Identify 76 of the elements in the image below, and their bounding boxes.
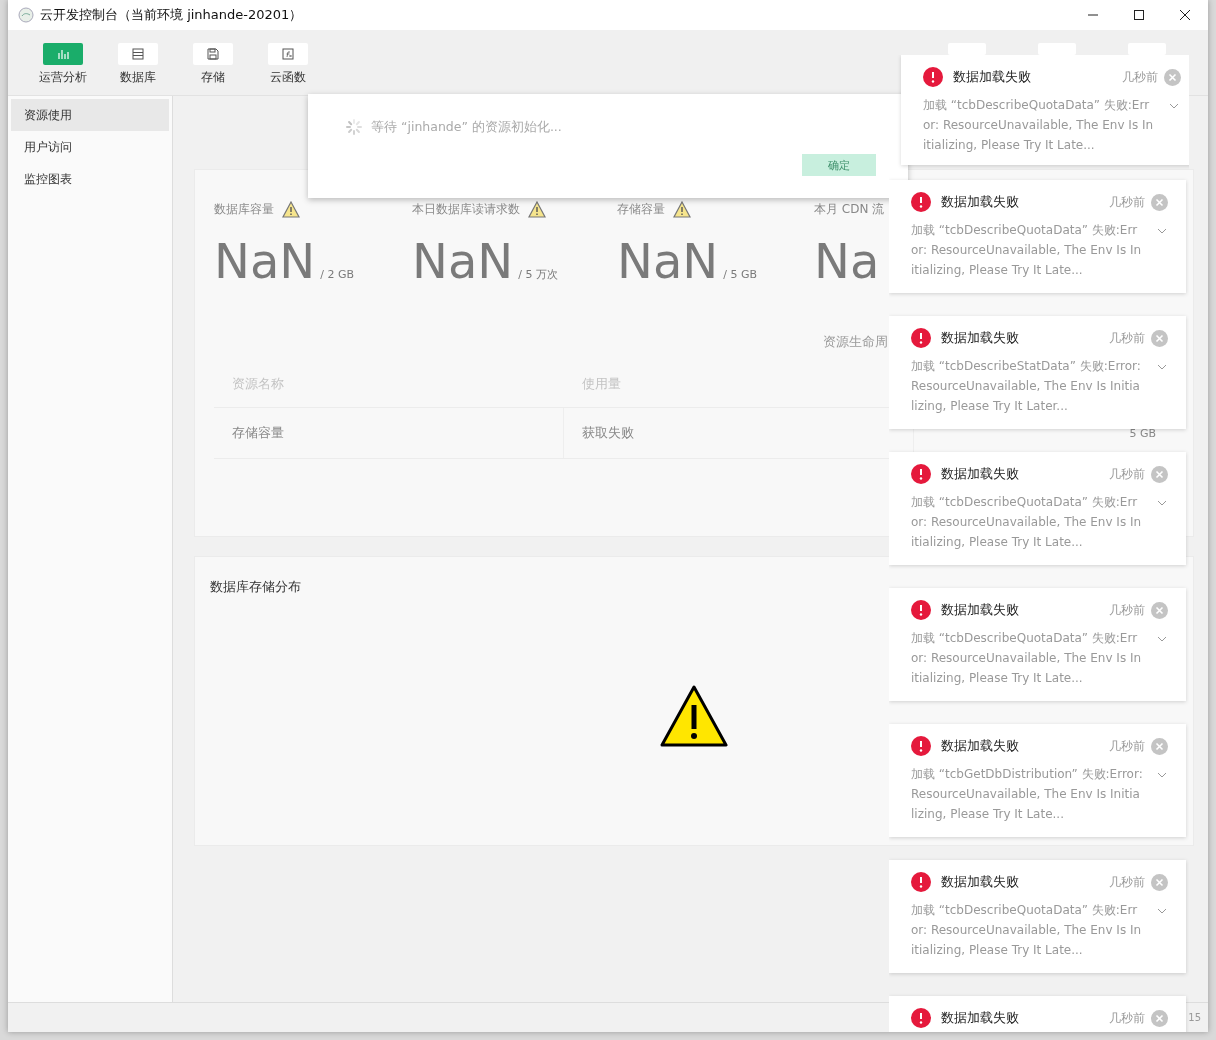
close-icon[interactable] <box>1151 193 1168 211</box>
error-icon <box>923 67 943 87</box>
sidebar-item[interactable]: 监控图表 <box>11 163 169 195</box>
error-icon <box>911 192 931 212</box>
notification-title: 数据加载失败 <box>941 329 1020 347</box>
notification-title: 数据加载失败 <box>941 737 1020 755</box>
close-icon[interactable] <box>1151 737 1168 755</box>
close-icon[interactable] <box>1151 601 1168 619</box>
error-icon <box>911 872 931 892</box>
notification-time: 几秒前 <box>1122 68 1158 86</box>
stat-unit: / 5 GB <box>723 268 757 281</box>
toolbar-tab[interactable]: 数据库 <box>105 30 170 86</box>
stat-value: NaN <box>214 234 316 288</box>
notification-title: 数据加载失败 <box>953 68 1032 86</box>
stat-label: 存储容量 <box>617 200 665 218</box>
close-icon[interactable] <box>1151 1009 1168 1027</box>
error-icon <box>911 736 931 756</box>
error-icon <box>911 464 931 484</box>
notification-message: 加载 “tcbDescribeQuotaData” 失败:Error: ResourceUnavailable, The Env Is Initializing, Please Try It Late... <box>911 630 1143 687</box>
table-cell: 存储容量 <box>214 408 564 458</box>
sidebar-item[interactable]: 资源使用 <box>11 99 169 131</box>
stat-unit: / 2 GB <box>320 268 354 281</box>
chevron-down-icon[interactable] <box>1157 500 1167 506</box>
chevron-down-icon[interactable] <box>1157 908 1167 914</box>
notification-message: 加载 “tcbDescribeQuotaData” 失败:Error: ResourceUnavailable, The Env Is Initializing, Please Try It Late... <box>911 222 1143 279</box>
error-icon <box>911 328 931 348</box>
notification-message: 加载 “tcbDescribeQuotaData” 失败:Error: ResourceUnavailable, The Env Is Initializing, Please Try It Late... <box>911 902 1143 959</box>
chevron-down-icon[interactable] <box>1157 228 1167 234</box>
notification-time: 几秒前 <box>1109 329 1145 347</box>
chevron-down-icon[interactable] <box>1157 636 1167 642</box>
spinner-icon <box>345 118 363 136</box>
notification-message: 加载 “tcbGetDbDistribution” 失败:Error: ResourceUnavailable, The Env Is Initializing, Please Try It Late... <box>911 766 1143 823</box>
stat-unit: / 5 万次 <box>518 267 558 282</box>
stat-value: NaN <box>412 234 514 288</box>
close-icon[interactable] <box>1164 68 1181 86</box>
chevron-down-icon[interactable] <box>1169 103 1179 109</box>
close-icon[interactable] <box>1151 329 1168 347</box>
notification-time: 几秒前 <box>1109 1009 1145 1027</box>
notification-time: 几秒前 <box>1109 873 1145 891</box>
error-icon <box>911 600 931 620</box>
table-cell-text: 5 GB <box>1128 426 1157 442</box>
status-text: 15 <box>1188 1012 1201 1023</box>
panel-title: 数据库存储分布 <box>210 579 302 596</box>
stat-value: Na <box>814 234 880 288</box>
stat-label: 数据库容量 <box>214 200 274 218</box>
notification-title: 数据加载失败 <box>941 193 1020 211</box>
list-icon <box>129 46 146 62</box>
notification-time: 几秒前 <box>1109 601 1145 619</box>
stat-label: 本月 CDN 流 <box>814 200 885 218</box>
notification-time: 几秒前 <box>1109 737 1145 755</box>
function-icon <box>279 46 296 62</box>
toolbar-tab[interactable]: 云函数 <box>255 30 320 86</box>
error-icon <box>911 1008 931 1028</box>
warning-icon <box>660 685 728 747</box>
close-icon[interactable] <box>1151 873 1168 891</box>
stat-label: 本日数据库读请求数 <box>412 200 520 218</box>
notification-message: 加载 “tcbDescribeStatData” 失败:Error: ResourceUnavailable, The Env Is Initializing, Please Try It Later... <box>911 358 1142 415</box>
window-title: 云开发控制台（当前环境 jinhande-20201） <box>40 6 303 24</box>
notification-message: 加载 “tcbDescribeQuotaData” 失败:Error: ResourceUnavailable, The Env Is Initializing, Please Try It Late... <box>923 97 1155 154</box>
notification-time: 几秒前 <box>1109 465 1145 483</box>
notification-title: 数据加载失败 <box>941 873 1020 891</box>
notification-title: 数据加载失败 <box>941 601 1020 619</box>
chevron-down-icon[interactable] <box>1157 772 1167 778</box>
notification-time: 几秒前 <box>1109 193 1145 211</box>
notification-message: 加载 “tcbDescribeQuotaData” 失败:Error: ResourceUnavailable, The Env Is Initializing, Please Try It Late... <box>911 494 1143 551</box>
sidebar-item[interactable]: 用户访问 <box>11 131 169 163</box>
close-icon[interactable] <box>1151 465 1168 483</box>
stat-value: NaN <box>617 234 719 288</box>
notification-title: 数据加载失败 <box>941 465 1020 483</box>
chevron-down-icon[interactable] <box>1157 364 1167 370</box>
lifecycle-label: 资源生命周 <box>823 334 888 351</box>
toolbar-tab[interactable]: 运营分析 <box>30 30 95 86</box>
app-icon <box>18 7 34 23</box>
notification-title: 数据加载失败 <box>941 1009 1020 1027</box>
toolbar-tab[interactable]: 存储 <box>180 30 245 86</box>
dialog-message: 等待 “jinhande” 的资源初始化... <box>371 118 562 136</box>
